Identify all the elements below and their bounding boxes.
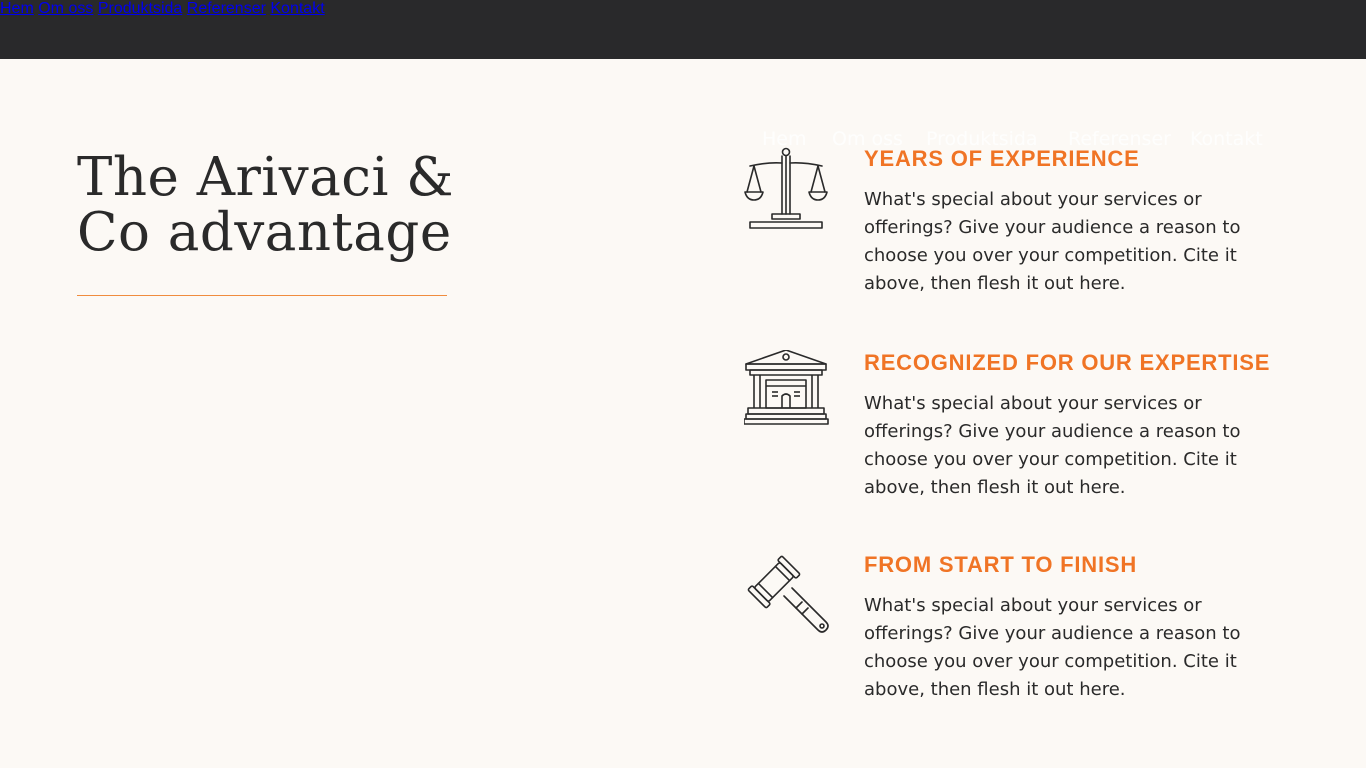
courthouse-icon <box>744 350 829 425</box>
feature-title: YEARS OF EXPERIENCE <box>864 146 1140 171</box>
title-divider <box>77 295 447 296</box>
feature-description: What's special about your services or of… <box>864 595 1241 700</box>
feature-description: What's special about your services or of… <box>864 189 1241 294</box>
nav-link-hem[interactable]: Hem <box>0 0 34 17</box>
gavel-icon <box>747 555 829 633</box>
nav-link-produktsida[interactable]: Produktsida <box>98 0 183 17</box>
scales-icon <box>744 147 828 229</box>
nav-link-kontakt[interactable]: Kontakt <box>270 0 324 17</box>
feature-title: FROM START TO FINISH <box>864 552 1138 577</box>
ghost-nav-kontakt: Kontakt <box>1190 128 1263 150</box>
page-title: The Arivaci & Co advantage <box>77 147 454 263</box>
nav-link-referenser[interactable]: Referenser <box>187 0 266 17</box>
top-navigation-bar: Hem Om oss Produktsida Referenser Kontak… <box>0 0 1366 59</box>
feature-description: What's special about your services or of… <box>864 393 1241 498</box>
nav-link-om-oss[interactable]: Om oss <box>38 0 93 17</box>
feature-title: RECOGNIZED FOR OUR EXPERTISE <box>864 350 1271 375</box>
